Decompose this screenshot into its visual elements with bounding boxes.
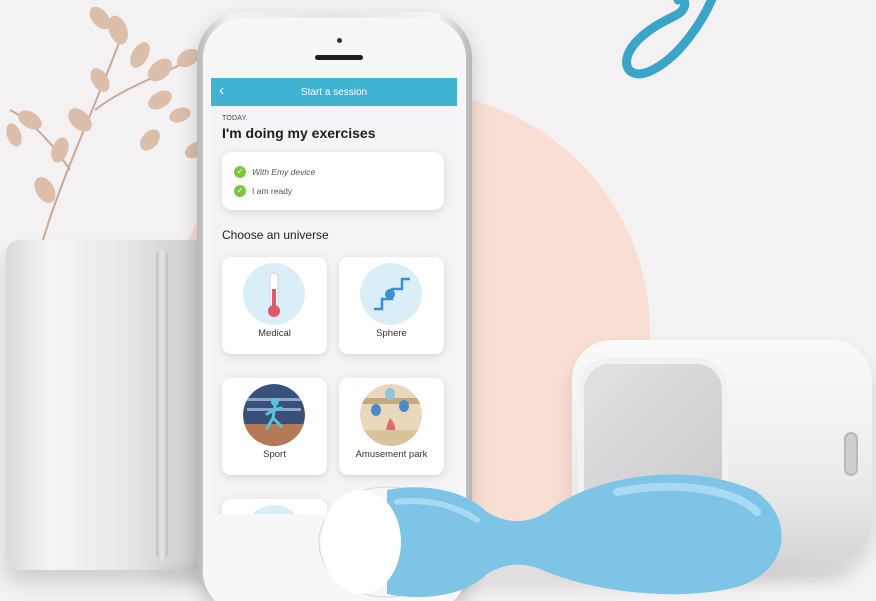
today-label: TODAY. (222, 115, 248, 122)
checklist-card: ✓ With Emy device ✓ I am ready (222, 152, 444, 210)
universe-tile-partial[interactable] (222, 499, 327, 514)
emy-device (318, 474, 782, 598)
check-icon: ✓ (234, 184, 246, 197)
balloons-icon (360, 384, 422, 446)
speaker-icon (315, 55, 363, 60)
checklist-item: ✓ With Emy device (234, 162, 432, 181)
universe-thumbnail-icon (243, 505, 305, 514)
app-header: ‹ Start a session (211, 78, 457, 106)
checklist-item: ✓ I am ready (234, 181, 432, 200)
check-icon: ✓ (234, 165, 246, 178)
charging-case-left (6, 240, 206, 570)
camera-icon (337, 38, 342, 43)
runner-icon (243, 384, 305, 446)
universe-label: Amusement park (355, 449, 428, 460)
section-title: Choose an universe (222, 228, 329, 242)
universe-tile-amusement-park[interactable]: Amusement park (339, 378, 444, 475)
checklist-item-label: With Emy device (252, 166, 316, 177)
header-title: Start a session (300, 86, 368, 98)
universe-tile-sphere[interactable]: Sphere (339, 257, 444, 354)
checklist-item-label: I am ready (252, 185, 293, 196)
universe-label: Sphere (376, 328, 407, 339)
universe-label: Medical (258, 328, 291, 339)
stairs-icon (360, 263, 422, 325)
app-screen: ‹ Start a session TODAY. I'm doing my ex… (211, 78, 457, 514)
plant-decoration (6, 6, 206, 250)
usb-port-icon (844, 432, 858, 476)
universe-label: Sport (263, 449, 286, 460)
universe-tile-sport[interactable]: Sport (222, 378, 327, 475)
scribble-decoration (622, 0, 717, 79)
thermometer-icon (243, 263, 305, 325)
back-chevron-icon[interactable]: ‹ (219, 82, 224, 100)
page-title: I'm doing my exercises (222, 125, 376, 141)
universe-tile-medical[interactable]: Medical (222, 257, 327, 354)
